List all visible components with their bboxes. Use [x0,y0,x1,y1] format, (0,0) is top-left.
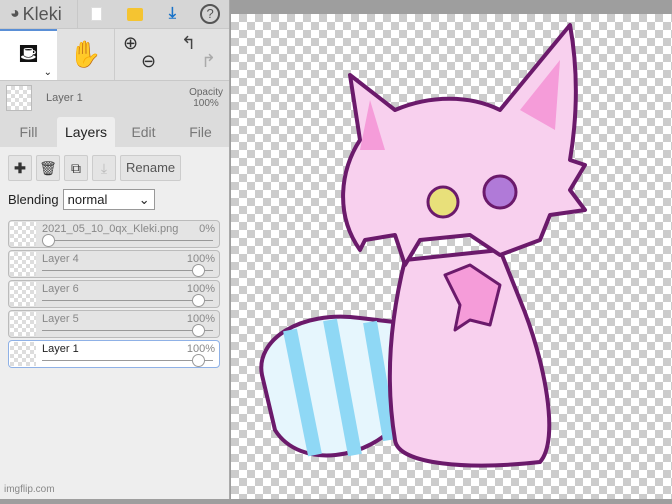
tab-fill[interactable]: Fill [0,117,57,147]
opacity-slider-handle[interactable] [192,354,205,367]
kleki-logo[interactable]: ◕ Kleki [0,0,78,28]
download-button[interactable]: ⤓ [154,0,192,28]
opacity-slider-handle[interactable] [192,324,205,337]
opacity-slider[interactable] [42,270,213,271]
redo-icon[interactable]: ↱ [201,51,216,72]
download-icon: ⤓ [168,5,176,22]
add-layer-button[interactable]: ✚ [8,155,32,181]
layer-name: Layer 6 [42,283,79,295]
blending-value: normal [67,192,108,207]
merge-down-button[interactable]: ⤓ [92,155,116,181]
layer-item[interactable]: Layer 5 100% [8,310,220,338]
opacity-value: 100% [193,98,219,109]
layer-opacity: 0% [199,223,215,235]
tab-layers[interactable]: Layers [57,117,115,147]
layer-item[interactable]: Layer 6 100% [8,280,220,308]
undo-icon[interactable]: ↰ [181,33,196,54]
top-bar: ◕ Kleki ⤓ ? [0,0,229,29]
opacity-slider-handle[interactable] [192,294,205,307]
opacity-label: Opacity [189,87,223,98]
delete-layer-button[interactable]: 🗑 [36,155,60,181]
hand-tool-button[interactable]: ✋ [57,29,114,80]
layers-panel: ✚ 🗑 ⧉ ⤓ Rename Blending normal ⌄ 2021_05_… [0,147,229,499]
blending-label: Blending [8,192,59,207]
drawing-canvas[interactable] [231,14,672,499]
opacity-slider[interactable] [42,240,213,241]
opacity-slider-handle[interactable] [42,234,55,247]
sidebar: ◕ Kleki ⤓ ? ⛾ ⌄ ✋ ⊕ ⊖ ↰ ↱ Layer 1 Opacity 100… [0,0,230,499]
layer-thumbnail [6,85,32,111]
opacity-slider-handle[interactable] [192,264,205,277]
tab-edit[interactable]: Edit [115,117,172,147]
help-icon: ? [200,4,221,24]
tab-file[interactable]: File [172,117,229,147]
layer-name: Layer 1 [42,343,79,355]
logo-text: Kleki [22,3,62,24]
layer-item[interactable]: Layer 4 100% [8,250,220,278]
paint-bucket-icon: ⛾ [17,38,40,68]
current-layer-name: Layer 1 [46,92,83,104]
zoom-out-icon[interactable]: ⊖ [141,51,156,72]
layer-thumbnail [10,222,36,246]
layer-thumbnail [10,282,36,306]
layer-name: Layer 4 [42,253,79,265]
layer-opacity: 100% [186,343,215,355]
folder-icon [126,7,143,21]
tab-bar: Fill Layers Edit File [0,115,229,147]
opacity-slider[interactable] [42,300,213,301]
layer-opacity: 100% [186,313,215,325]
layer-item[interactable]: 2021_05_10_0qx_Kleki.png 0% [8,220,220,248]
current-layer-info: Layer 1 Opacity 100% [0,81,229,115]
new-file-button[interactable] [78,0,116,28]
toolbar: ⛾ ⌄ ✋ ⊕ ⊖ ↰ ↱ [0,29,229,81]
zoom-buttons: ⊕ ⊖ [114,29,171,80]
trash-icon: 🗑 [39,159,57,176]
layer-thumbnail [10,312,36,336]
new-file-icon [91,7,103,21]
chevron-down-icon[interactable]: ⌄ [44,67,52,78]
cat-drawing [259,23,587,468]
duplicate-icon: ⧉ [71,159,81,176]
rename-button[interactable]: Rename [120,155,182,181]
opacity-slider[interactable] [42,330,213,331]
zoom-in-icon[interactable]: ⊕ [123,33,138,54]
layer-thumbnail [10,252,36,276]
blending-select[interactable]: normal ⌄ [62,189,155,210]
help-button[interactable]: ? [191,0,229,28]
open-file-button[interactable] [116,0,154,28]
undo-redo-buttons: ↰ ↱ [171,29,228,80]
watermark: imgflip.com [4,484,55,495]
layer-list: 2021_05_10_0qx_Kleki.png 0% Layer 4 100%… [0,210,229,368]
duplicate-layer-button[interactable]: ⧉ [64,155,88,181]
layer-name: Layer 5 [42,313,79,325]
layer-opacity: 100% [186,253,215,265]
hand-icon: ✋ [69,39,102,69]
layer-opacity: 100% [186,283,215,295]
layer-thumbnail [10,342,36,366]
plus-icon: ✚ [14,159,26,176]
merge-icon: ⤓ [100,159,108,176]
opacity-slider[interactable] [42,360,213,361]
layer-item[interactable]: Layer 1 100% [8,340,220,368]
chevron-down-icon: ⌄ [138,192,150,207]
fill-tool-button[interactable]: ⛾ ⌄ [0,29,57,80]
layer-name: 2021_05_10_0qx_Kleki.png [42,223,179,235]
